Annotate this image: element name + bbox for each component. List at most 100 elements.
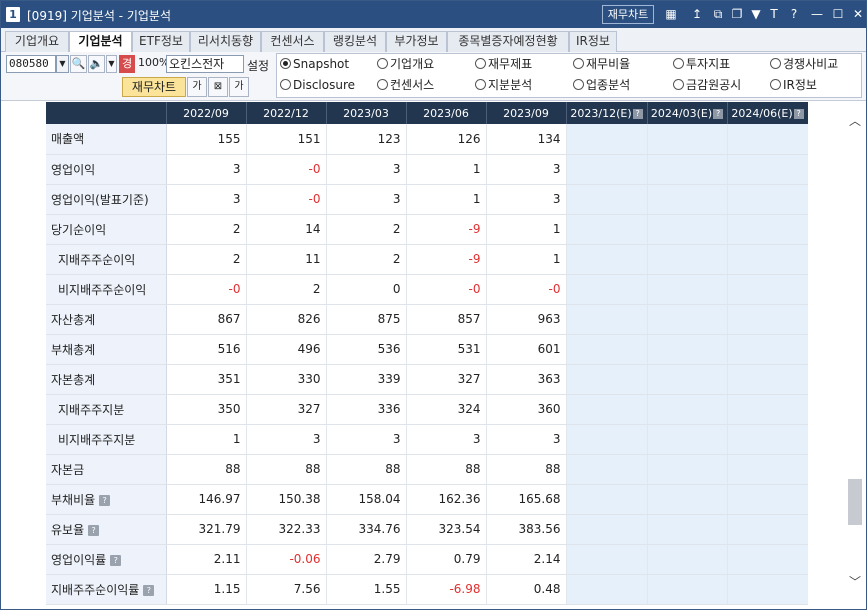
- fin-chart-chip-button[interactable]: 재무차트: [602, 5, 654, 24]
- text-size-icon[interactable]: T: [766, 6, 782, 22]
- layers-icon[interactable]: ❐: [729, 6, 745, 22]
- table-row: 지배주주순이익률? 1.15 7.56 1.55 -6.98 0.48: [46, 574, 808, 605]
- tab-3[interactable]: ETF정보: [132, 31, 190, 52]
- table-cell: 327: [246, 394, 327, 425]
- scroll-up-icon[interactable]: ︿: [848, 114, 862, 128]
- help-icon[interactable]: ?: [786, 6, 802, 22]
- estimate-help-icon[interactable]: ?: [632, 108, 643, 119]
- table-cell: 146.97: [166, 484, 247, 515]
- table-cell: 536: [326, 334, 407, 365]
- row-label: 매출액: [51, 132, 85, 147]
- tab-4[interactable]: 리서치동향: [190, 31, 261, 52]
- font-size-down-button[interactable]: 가: [187, 77, 207, 97]
- radio-dot[interactable]: [475, 58, 486, 69]
- row-label: 지배주주순이익률: [51, 582, 140, 597]
- table-cell: 2: [326, 214, 407, 245]
- view-radio-5[interactable]: 투자지표: [673, 55, 730, 73]
- stock-code-dropdown-button[interactable]: ▼: [56, 55, 69, 73]
- table-cell: -9: [406, 214, 487, 245]
- column-header: 2022/12: [246, 102, 327, 124]
- window-title: [0919] 기업분석 - 기업분석: [27, 9, 171, 23]
- table-cell: [727, 514, 808, 545]
- table-cell: 601: [486, 334, 567, 365]
- stock-code-input[interactable]: 080580: [6, 55, 56, 73]
- table-cell: 1: [486, 214, 567, 245]
- fin-chart-button[interactable]: 재무차트: [122, 77, 186, 97]
- view-radio-7[interactable]: Disclosure: [280, 76, 355, 94]
- help-icon[interactable]: ?: [110, 554, 122, 566]
- maximize-icon[interactable]: ☐: [830, 6, 846, 22]
- tab-8[interactable]: 종목별증자예정현황: [447, 31, 569, 52]
- table-cell: [727, 154, 808, 185]
- view-radio-12[interactable]: IR정보: [770, 76, 817, 94]
- help-icon[interactable]: ?: [88, 524, 100, 536]
- help-icon[interactable]: ?: [99, 494, 111, 506]
- view-radio-6[interactable]: 경쟁사비교: [770, 55, 838, 73]
- tab-7[interactable]: 부가정보: [386, 31, 447, 52]
- table-cell: [727, 184, 808, 215]
- radio-dot[interactable]: [673, 58, 684, 69]
- view-radio-11[interactable]: 금감원공시: [673, 76, 741, 94]
- table-row: 유보율? 321.79 322.33 334.76 323.54 383.56: [46, 514, 808, 545]
- table-cell: [727, 544, 808, 575]
- row-label: 지배주주지분: [58, 402, 125, 417]
- radio-dot[interactable]: [770, 79, 781, 90]
- tab-1[interactable]: 기업개요: [5, 31, 69, 52]
- view-radio-8[interactable]: 컨센서스: [377, 76, 434, 94]
- radio-dot[interactable]: [377, 58, 388, 69]
- company-name-field[interactable]: 오킨스전자: [166, 55, 244, 73]
- scrollbar-thumb[interactable]: [848, 479, 862, 525]
- table-cell: [566, 454, 648, 485]
- view-radio-1[interactable]: Snapshot: [280, 55, 349, 73]
- tab-6[interactable]: 랭킹분석: [324, 31, 386, 52]
- radio-dot[interactable]: [280, 58, 291, 69]
- radio-dot[interactable]: [770, 58, 781, 69]
- estimate-help-icon[interactable]: ?: [793, 108, 804, 119]
- row-label-cell: 비지배주주순이익: [46, 274, 167, 305]
- close-icon[interactable]: ✕: [850, 6, 866, 22]
- radio-dot[interactable]: [673, 79, 684, 90]
- view-radio-2[interactable]: 기업개요: [377, 55, 434, 73]
- tab-5[interactable]: 컨센서스: [261, 31, 324, 52]
- table-cell: [566, 484, 648, 515]
- pin-icon[interactable]: ↥: [689, 6, 705, 22]
- scroll-down-icon[interactable]: ﹀: [848, 575, 862, 589]
- table-cell: 1: [406, 154, 487, 185]
- settings-label[interactable]: 설정: [247, 57, 269, 74]
- fit-screen-button[interactable]: ⊠: [208, 77, 228, 97]
- table-cell: 2: [326, 244, 407, 275]
- radio-label: 투자지표: [686, 57, 731, 71]
- view-radio-9[interactable]: 지분분석: [475, 76, 532, 94]
- radio-dot[interactable]: [475, 79, 486, 90]
- row-label: 유보율: [51, 522, 85, 537]
- table-cell: -0: [246, 154, 327, 185]
- radio-dot[interactable]: [280, 79, 291, 90]
- view-radio-3[interactable]: 재무제표: [475, 55, 532, 73]
- tab-2[interactable]: 기업분석: [69, 31, 132, 53]
- table-cell: -0: [166, 274, 247, 305]
- radio-dot[interactable]: [573, 79, 584, 90]
- table-cell: [647, 424, 728, 455]
- minimize-icon[interactable]: —: [809, 6, 825, 22]
- column-header-label: 2022/12: [263, 106, 309, 120]
- table-cell: 88: [486, 454, 567, 485]
- help-icon[interactable]: ?: [143, 584, 155, 596]
- chart-icon[interactable]: ▦: [663, 6, 679, 22]
- radio-dot[interactable]: [377, 79, 388, 90]
- marker-icon[interactable]: ▼: [748, 6, 764, 22]
- estimate-help-icon[interactable]: ?: [713, 108, 724, 119]
- font-size-up-button[interactable]: 가: [229, 77, 249, 97]
- radio-label: 재무비율: [586, 57, 631, 71]
- search-icon[interactable]: 🔍: [70, 55, 87, 73]
- tab-bar: 기업개요 기업분석 ETF정보 리서치동향 컨센서스 랭킹분석 부가정보 종목별증자예정현황 I…: [1, 28, 866, 53]
- column-header-label: 2024/03(E): [650, 106, 713, 120]
- window-icon[interactable]: ⧉: [710, 6, 726, 22]
- view-radio-4[interactable]: 재무비율: [573, 55, 630, 73]
- tab-9[interactable]: IR정보: [569, 31, 617, 52]
- vertical-scrollbar[interactable]: ︿ ﹀: [846, 102, 864, 609]
- view-radio-10[interactable]: 업종분석: [573, 76, 630, 94]
- speaker-dropdown-button[interactable]: ▼: [106, 55, 117, 73]
- radio-dot[interactable]: [573, 58, 584, 69]
- speaker-icon[interactable]: 🔈: [88, 55, 105, 73]
- row-label-cell: 당기순이익: [46, 214, 167, 245]
